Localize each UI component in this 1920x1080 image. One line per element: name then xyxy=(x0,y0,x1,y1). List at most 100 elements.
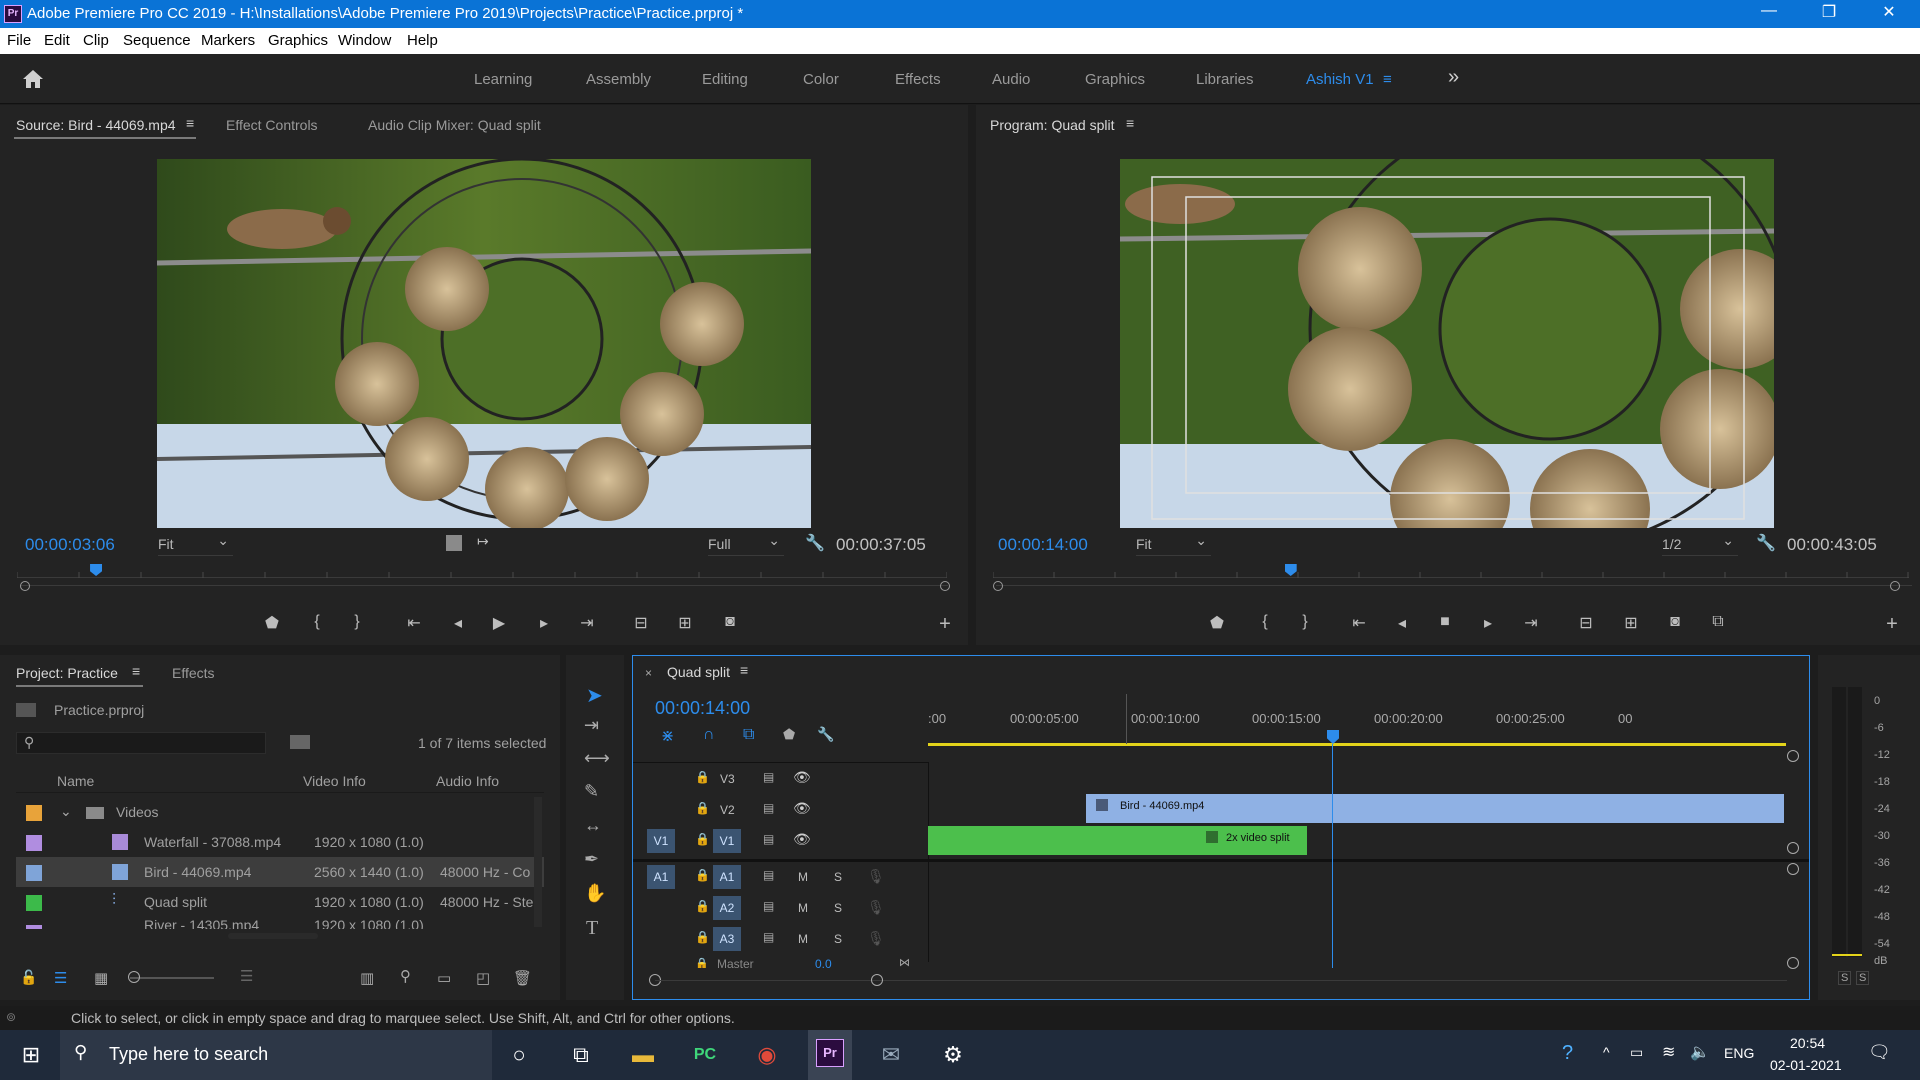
project-scrollbar[interactable] xyxy=(534,797,542,927)
program-timecode[interactable]: 00:00:14:00 xyxy=(998,535,1088,555)
timeline-panel-menu-icon[interactable]: ≡ xyxy=(740,662,748,678)
source-time-ruler[interactable] xyxy=(17,564,947,578)
find-icon[interactable]: ⚲ xyxy=(400,967,411,985)
program-go-to-in-icon[interactable]: ⇤ xyxy=(1347,613,1371,633)
menu-edit[interactable]: Edit xyxy=(44,32,70,49)
mute-button[interactable]: M xyxy=(798,901,808,915)
lift-icon[interactable]: ⊟ xyxy=(1574,613,1598,633)
lock-track-icon[interactable]: 🔒 xyxy=(695,868,710,882)
new-item-icon[interactable]: ◰ xyxy=(476,969,490,987)
file-explorer-icon[interactable]: ▬ xyxy=(622,1038,664,1072)
timeline-zoom-handle-right[interactable] xyxy=(871,974,883,986)
play-icon[interactable]: ▶ xyxy=(487,613,511,633)
source-patch-v1[interactable]: V1 xyxy=(647,829,675,853)
taskbar-time[interactable]: 20:54 xyxy=(1790,1035,1825,1051)
solo-right-button[interactable]: S xyxy=(1856,971,1870,985)
workspace-color[interactable]: Color xyxy=(803,71,839,88)
nest-toggle-icon[interactable]: ⋇ xyxy=(661,726,674,746)
solo-button[interactable]: S xyxy=(834,932,842,946)
workspace-editing[interactable]: Editing xyxy=(702,71,748,88)
timeline-timecode[interactable]: 00:00:14:00 xyxy=(655,698,750,719)
source-button-editor-icon[interactable]: + xyxy=(933,613,957,636)
timeline-settings-wrench-icon[interactable]: 🔧 xyxy=(817,726,834,743)
list-item-partial[interactable]: River - 14305.mp4 1920 x 1080 (1.0) xyxy=(16,917,544,929)
column-name[interactable]: Name xyxy=(57,773,94,789)
sync-lock-icon[interactable]: ▤ xyxy=(763,801,774,815)
tab-audio-clip-mixer[interactable]: Audio Clip Mixer: Quad split xyxy=(368,117,541,133)
sort-icon[interactable]: ☰ xyxy=(240,967,253,985)
insert-overwrite-icon[interactable] xyxy=(446,535,462,551)
snap-magnet-icon[interactable]: ∩ xyxy=(703,726,715,744)
tab-effect-controls[interactable]: Effect Controls xyxy=(226,117,318,133)
audio-scroll-handle-top[interactable] xyxy=(1787,863,1799,875)
program-zoom-handle-left[interactable] xyxy=(993,581,1003,591)
thumbnail-slider-handle[interactable] xyxy=(128,971,140,983)
new-bin-from-search-icon[interactable] xyxy=(290,735,310,749)
source-video-frame[interactable] xyxy=(157,159,811,528)
column-video-info[interactable]: Video Info xyxy=(303,773,366,789)
tab-project[interactable]: Project: Practice xyxy=(16,665,118,681)
toggle-output-eye-icon[interactable]: 👁 xyxy=(793,769,811,786)
task-view-icon[interactable]: ⧉ xyxy=(560,1038,602,1072)
program-button-editor-icon[interactable]: + xyxy=(1880,613,1904,636)
workspace-effects[interactable]: Effects xyxy=(895,71,941,88)
clip-bird-v2[interactable]: Bird - 44069.mp4 xyxy=(1086,794,1784,823)
program-zoom-dropdown[interactable]: Fit xyxy=(1136,532,1211,556)
mute-button[interactable]: M xyxy=(798,932,808,946)
workspace-learning[interactable]: Learning xyxy=(474,71,532,88)
mute-button[interactable]: M xyxy=(798,870,808,884)
track-label-a2[interactable]: A2 xyxy=(713,896,741,920)
insert-icon[interactable]: ⊟ xyxy=(629,613,653,633)
slip-tool-icon[interactable]: ↔ xyxy=(584,815,602,836)
program-zoom-bar[interactable] xyxy=(996,585,1912,586)
icon-view-icon[interactable]: ▦ xyxy=(94,969,108,987)
razor-tool-icon[interactable]: ✎ xyxy=(584,781,599,802)
program-mark-in-icon[interactable]: { xyxy=(1253,613,1277,631)
tab-source[interactable]: Source: Bird - 44069.mp4 xyxy=(16,117,176,133)
label-color-swatch[interactable] xyxy=(26,805,42,821)
program-add-marker-icon[interactable]: ⬟ xyxy=(1205,613,1229,633)
workspace-active[interactable]: Ashish V1 xyxy=(1306,71,1374,88)
source-zoom-dropdown[interactable]: Fit xyxy=(158,532,233,556)
label-color-swatch[interactable] xyxy=(26,925,42,929)
program-step-forward-icon[interactable]: ▸ xyxy=(1476,613,1500,633)
menu-window[interactable]: Window xyxy=(338,32,391,49)
program-go-to-out-icon[interactable]: ⇥ xyxy=(1519,613,1543,633)
solo-button[interactable]: S xyxy=(834,870,842,884)
expand-chevron-icon[interactable]: ⌄ xyxy=(60,803,72,820)
go-to-out-icon[interactable]: ⇥ xyxy=(575,613,599,633)
project-search-input[interactable]: ⚲ xyxy=(16,732,266,754)
solo-left-button[interactable]: S xyxy=(1838,971,1852,985)
timeline-zoom-bar[interactable] xyxy=(655,980,1787,981)
workspace-menu-icon[interactable]: ≡ xyxy=(1383,71,1392,88)
workspace-libraries[interactable]: Libraries xyxy=(1196,71,1254,88)
source-zoom-handle-right[interactable] xyxy=(940,581,950,591)
video-scroll-handle-bottom[interactable] xyxy=(1787,842,1799,854)
program-mark-out-icon[interactable]: } xyxy=(1293,613,1317,631)
track-label-v2[interactable]: V2 xyxy=(720,803,735,817)
track-label-v3[interactable]: V3 xyxy=(720,772,735,786)
new-bin-icon[interactable]: ▭ xyxy=(437,969,451,987)
sync-lock-icon[interactable]: ▤ xyxy=(763,868,774,882)
workspace-graphics[interactable]: Graphics xyxy=(1085,71,1145,88)
label-color-swatch[interactable] xyxy=(26,895,42,911)
settings-gear-icon[interactable]: ⚙ xyxy=(932,1038,974,1072)
thumbnail-size-slider[interactable] xyxy=(130,977,214,979)
track-label-a3[interactable]: A3 xyxy=(713,927,741,951)
mark-in-icon[interactable]: { xyxy=(305,613,329,631)
track-label-a1[interactable]: A1 xyxy=(713,865,741,889)
solo-button[interactable]: S xyxy=(834,901,842,915)
track-select-tool-icon[interactable]: ⇥ xyxy=(584,715,599,736)
lock-track-icon[interactable]: 🔒 xyxy=(695,801,710,815)
label-color-swatch[interactable] xyxy=(26,835,42,851)
source-zoom-handle-left[interactable] xyxy=(20,581,30,591)
source-resolution-dropdown[interactable]: Full xyxy=(708,532,784,556)
program-settings-wrench-icon[interactable]: 🔧 xyxy=(1756,533,1776,553)
sync-lock-icon[interactable]: ▤ xyxy=(763,832,774,846)
restore-button[interactable]: ❐ xyxy=(1806,2,1852,26)
program-time-ruler[interactable] xyxy=(993,564,1909,578)
list-item[interactable]: Waterfall - 37088.mp4 1920 x 1080 (1.0) xyxy=(16,827,544,857)
toggle-output-eye-icon[interactable]: 👁 xyxy=(793,831,811,848)
menu-help[interactable]: Help xyxy=(407,32,438,49)
column-audio-info[interactable]: Audio Info xyxy=(436,773,499,789)
